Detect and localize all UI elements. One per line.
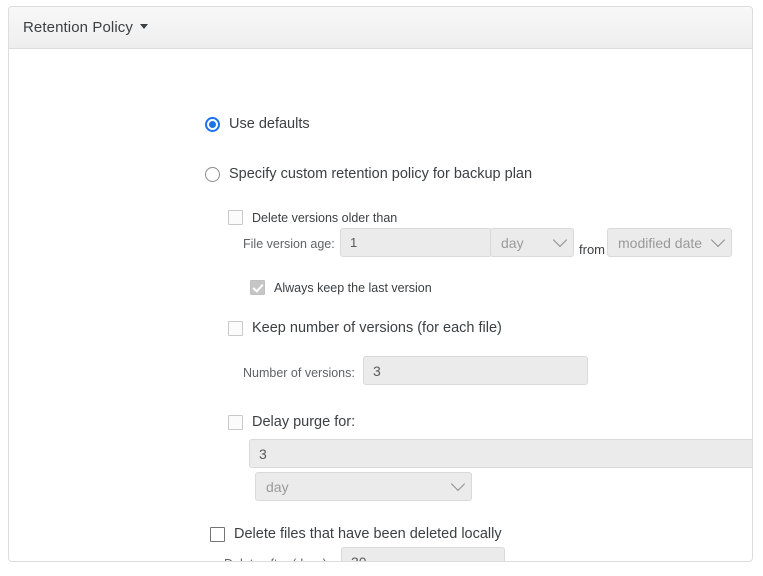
page-title: Retention Policy	[23, 19, 133, 36]
checkbox-unchecked-icon[interactable]	[228, 320, 243, 336]
checkbox-checked-disabled-icon	[250, 280, 265, 295]
checkbox-always-keep-last-version-label: Always keep the last version	[274, 280, 432, 295]
checkbox-always-keep-last-version[interactable]: Always keep the last version	[250, 280, 432, 295]
delay-purge-unit-value: day	[266, 478, 289, 495]
chevron-down-icon	[450, 476, 466, 491]
number-of-versions-input[interactable]: 3	[363, 356, 588, 385]
radio-specify-custom-policy[interactable]: Specify custom retention policy for back…	[205, 166, 532, 182]
checkbox-unchecked-icon[interactable]	[228, 414, 243, 430]
panel-body: Use defaults Specify custom retention po…	[9, 49, 752, 561]
radio-use-defaults[interactable]: Use defaults	[205, 116, 310, 132]
checkbox-delete-files-deleted-locally[interactable]: Delete files that have been deleted loca…	[210, 526, 502, 542]
checkbox-delete-versions-older-than[interactable]: Delete versions older than	[228, 210, 397, 225]
radio-use-defaults-label: Use defaults	[229, 116, 310, 132]
delete-after-days-label: Delete after (days):	[224, 557, 330, 561]
radio-specify-custom-policy-label: Specify custom retention policy for back…	[229, 166, 533, 182]
file-version-age-unit-select[interactable]: day	[490, 228, 574, 257]
delete-after-days-input[interactable]: 30	[341, 547, 505, 561]
retention-policy-panel: Retention Policy Use defaults Specify cu…	[8, 6, 753, 562]
delay-purge-amount-input[interactable]: 3	[249, 439, 752, 468]
checkbox-delete-files-deleted-locally-label: Delete files that have been deleted loca…	[234, 526, 502, 542]
chevron-down-icon	[710, 232, 726, 247]
radio-selected-icon[interactable]	[205, 116, 220, 132]
file-version-age-input[interactable]: 1	[340, 228, 492, 257]
checkbox-unchecked-icon[interactable]	[228, 210, 243, 225]
radio-unselected-icon[interactable]	[205, 166, 220, 182]
file-version-age-label: File version age:	[243, 237, 335, 251]
checkbox-delay-purge-for-label: Delay purge for:	[252, 414, 356, 430]
number-of-versions-label: Number of versions:	[243, 366, 355, 380]
caret-down-icon[interactable]	[140, 24, 148, 29]
delay-purge-unit-select[interactable]: day	[255, 472, 472, 501]
chevron-down-icon	[552, 232, 568, 247]
checkbox-unchecked-icon[interactable]	[210, 526, 225, 542]
panel-header[interactable]: Retention Policy	[9, 7, 752, 49]
checkbox-delay-purge-for[interactable]: Delay purge for:	[228, 414, 355, 430]
date-basis-select[interactable]: modified date	[607, 228, 732, 257]
checkbox-keep-number-of-versions[interactable]: Keep number of versions (for each file)	[228, 320, 502, 336]
file-version-age-unit-value: day	[501, 234, 524, 251]
from-label: from	[579, 242, 605, 257]
date-basis-value: modified date	[618, 234, 703, 251]
checkbox-keep-number-of-versions-label: Keep number of versions (for each file)	[252, 320, 502, 336]
checkbox-delete-versions-older-than-label: Delete versions older than	[252, 210, 398, 225]
